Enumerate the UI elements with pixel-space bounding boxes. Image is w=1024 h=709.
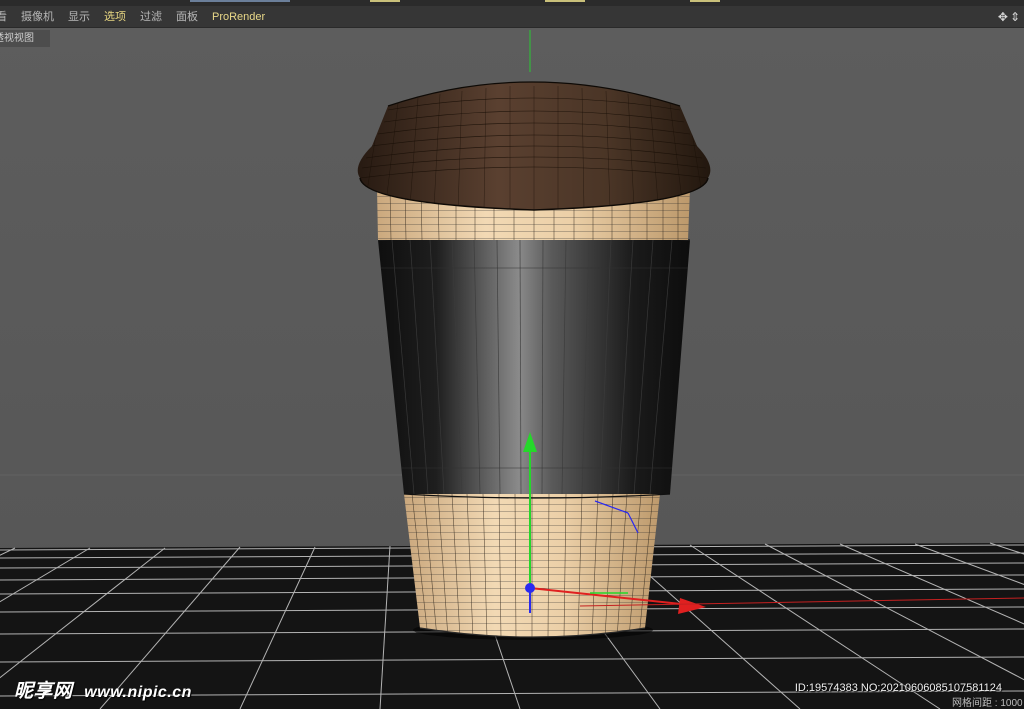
grid-spacing-readout: 网格间距 : 1000 cm [952,698,1024,709]
menu-display[interactable]: 显示 [61,6,97,28]
cup-lower-body [404,494,660,637]
watermark-id: ID:19574383 NO:20210606085107581124 [794,682,1002,694]
viewport-scene [0,28,1024,709]
gizmo-z-handle[interactable] [525,583,535,593]
dolly-view-icon[interactable]: ⇕ [1010,10,1020,24]
watermark-url: www.nipic.cn [84,684,192,701]
watermark-brand: 昵享网 [14,681,73,702]
menu-cameras[interactable]: 摄像机 [14,6,61,28]
menu-prorender[interactable]: ProRender [205,6,272,28]
menu-options[interactable]: 选项 [97,6,133,28]
view-navigation-icons: ✥ ⇕ [998,6,1020,28]
menu-view[interactable]: 看 [0,6,14,28]
watermark-logo: 昵享网 www.nipic.cn [14,676,192,703]
cup-sleeve [378,240,690,494]
move-view-icon[interactable]: ✥ [998,10,1008,24]
viewport-name-label[interactable]: 透视视图 [0,30,50,47]
viewport-menu-bar: 看 摄像机 显示 选项 过滤 面板 ProRender ✥ ⇕ [0,6,1024,28]
3d-viewport[interactable]: 透视视图 昵享网 www.nipic.cn ID:19574383 NO:202… [0,28,1024,709]
menu-filter[interactable]: 过滤 [133,6,169,28]
menu-panel[interactable]: 面板 [169,6,205,28]
c4d-viewport-window: 看 摄像机 显示 选项 过滤 面板 ProRender ✥ ⇕ 视视图 昵享网 … [0,0,1024,709]
